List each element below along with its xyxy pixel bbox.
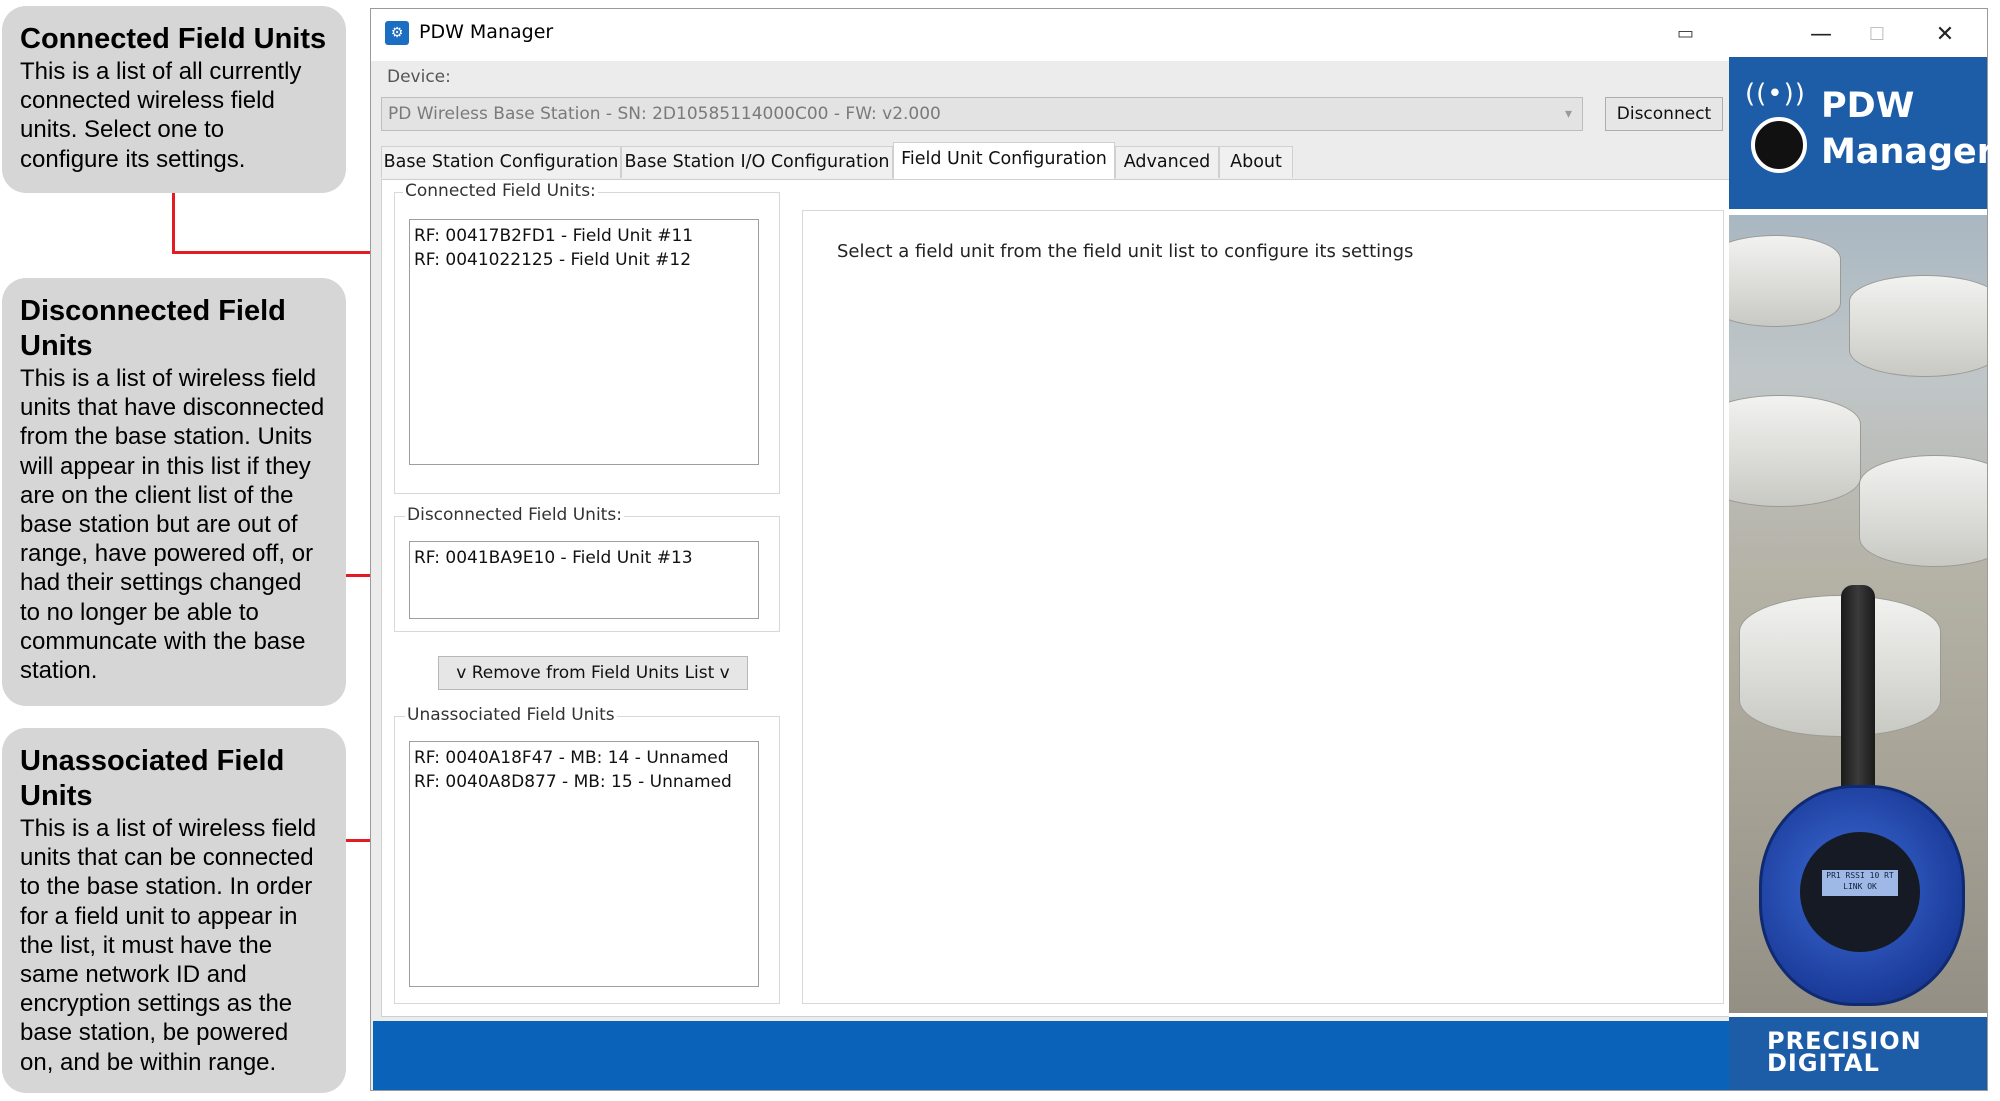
callout-connected-field-units: Connected Field Units This is a list of … — [2, 6, 346, 193]
device-face: PR1 RSSI 10 RT LINK OK — [1800, 832, 1920, 952]
remove-from-field-units-list-button[interactable]: v Remove from Field Units List v — [438, 656, 748, 690]
brand-panel: ((•)) PDW Manager PR1 RSSI 10 RT LINK OK — [1729, 57, 1994, 1090]
device-label: Device: — [387, 67, 451, 87]
disconnected-field-units-list[interactable]: RF: 0041BA9E10 - Field Unit #13 — [409, 541, 759, 619]
tab-base-station-io-configuration[interactable]: Base Station I/O Configuration — [621, 146, 893, 178]
callout-body: This is a list of wireless field units t… — [20, 815, 317, 1076]
tab-panel: Connected Field Units: RF: 00417B2FD1 - … — [381, 179, 1735, 1017]
callout-title: Connected Field Units — [20, 23, 327, 55]
brand-name-line2: Manager — [1821, 132, 1995, 172]
brand-name-line1: PDW — [1821, 86, 1915, 126]
unassociated-field-units-group: Unassociated Field Units RF: 0040A18F47 … — [394, 705, 780, 1004]
tab-base-station-configuration[interactable]: Base Station Configuration — [381, 146, 621, 178]
connected-field-units-list[interactable]: RF: 00417B2FD1 - Field Unit #11 RF: 0041… — [409, 219, 759, 465]
wireless-signal-icon: ((•)) — [1745, 79, 1806, 109]
connected-field-units-group: Connected Field Units: RF: 00417B2FD1 - … — [394, 181, 780, 494]
disconnected-field-units-group: Disconnected Field Units: RF: 0041BA9E10… — [394, 505, 780, 632]
callout-disconnected-field-units: Disconnected Field Units This is a list … — [2, 278, 346, 706]
brand-footer: PRECISION DIGITAL — [1729, 1017, 1987, 1090]
window-title: PDW Manager — [419, 21, 554, 43]
list-item[interactable]: RF: 0041BA9E10 - Field Unit #13 — [414, 546, 754, 570]
wireless-device-image: PR1 RSSI 10 RT LINK OK — [1759, 785, 1965, 1006]
close-button[interactable]: ✕ — [1913, 15, 1977, 55]
callout-unassociated-field-units: Unassociated Field Units This is a list … — [2, 728, 346, 1093]
brand-header: ((•)) PDW Manager — [1729, 57, 1994, 209]
callout-body: This is a list of all currently connecte… — [20, 58, 302, 173]
footer-logo-line2: DIGITAL — [1767, 1049, 1880, 1077]
tab-about[interactable]: About — [1219, 146, 1293, 178]
list-item[interactable]: RF: 0041022125 - Field Unit #12 — [414, 248, 754, 272]
chevron-down-icon: ▾ — [1564, 106, 1572, 122]
callout-title: Disconnected Field Units — [20, 295, 286, 362]
device-select-value: PD Wireless Base Station - SN: 2D1058511… — [388, 104, 941, 124]
minimize-button[interactable]: — — [1789, 15, 1853, 55]
status-bar — [373, 1021, 1735, 1090]
app-icon: ⚙ — [385, 21, 409, 45]
field-unit-config-area: Select a field unit from the field unit … — [802, 210, 1724, 1004]
disconnect-button[interactable]: Disconnect — [1605, 97, 1723, 131]
connected-field-units-label: Connected Field Units: — [403, 181, 598, 201]
device-lcd-line2: LINK OK — [1843, 882, 1877, 891]
restore-icon[interactable]: ▭ — [1677, 23, 1694, 44]
device-lcd: PR1 RSSI 10 RT LINK OK — [1822, 870, 1898, 896]
disconnected-field-units-label: Disconnected Field Units: — [405, 505, 624, 525]
callout-body: This is a list of wireless field units t… — [20, 365, 325, 685]
maximize-button[interactable]: ☐ — [1845, 15, 1909, 55]
device-select[interactable]: PD Wireless Base Station - SN: 2D1058511… — [381, 97, 1583, 131]
device-lcd-line1: PR1 RSSI 10 RT — [1826, 871, 1894, 880]
tab-field-unit-configuration[interactable]: Field Unit Configuration — [893, 142, 1115, 180]
title-bar: ⚙ PDW Manager ▭ — ☐ ✕ — [371, 9, 1987, 61]
logo-knob-icon — [1751, 117, 1807, 173]
list-item[interactable]: RF: 0040A18F47 - MB: 14 - Unnamed — [414, 746, 754, 770]
config-prompt: Select a field unit from the field unit … — [837, 241, 1414, 262]
unassociated-field-units-list[interactable]: RF: 0040A18F47 - MB: 14 - Unnamed RF: 00… — [409, 741, 759, 987]
callout-title: Unassociated Field Units — [20, 745, 285, 812]
brand-photo: PR1 RSSI 10 RT LINK OK — [1729, 215, 1987, 1013]
app-window: ⚙ PDW Manager ▭ — ☐ ✕ Device: PD Wireles… — [370, 8, 1994, 1091]
brand-name: PDW Manager — [1821, 83, 1994, 175]
list-item[interactable]: RF: 0040A8D877 - MB: 15 - Unnamed — [414, 770, 754, 794]
unassociated-field-units-label: Unassociated Field Units — [405, 705, 617, 725]
tab-advanced[interactable]: Advanced — [1115, 146, 1219, 178]
list-item[interactable]: RF: 00417B2FD1 - Field Unit #11 — [414, 224, 754, 248]
